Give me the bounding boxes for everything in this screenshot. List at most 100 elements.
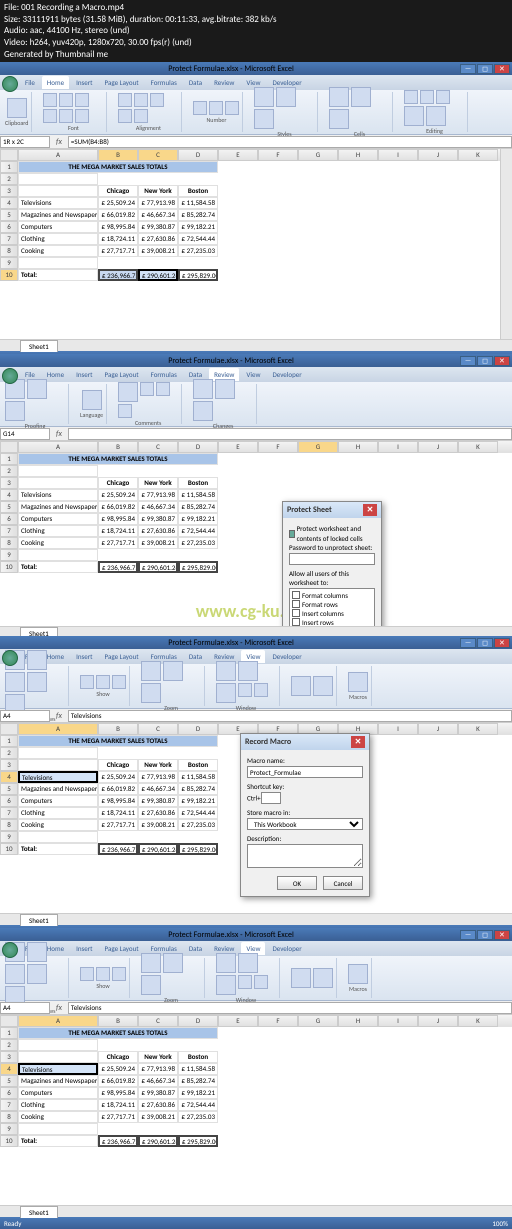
- cell-mags-b[interactable]: £ 85,282.74: [178, 209, 218, 221]
- opt-chk[interactable]: [292, 600, 300, 608]
- tab-file[interactable]: File: [20, 76, 40, 89]
- cell-cook[interactable]: Cooking: [18, 819, 98, 831]
- row-8[interactable]: 8: [0, 819, 18, 831]
- cell-comp-b[interactable]: £ 99,182.21: [178, 221, 218, 233]
- col-f[interactable]: F: [258, 149, 298, 161]
- row-8[interactable]: 8: [0, 537, 18, 549]
- row-6[interactable]: 6: [0, 513, 18, 525]
- row-9[interactable]: 9: [0, 831, 18, 843]
- cell-comp-c[interactable]: £ 98,995.84: [98, 1087, 138, 1099]
- cond-format-icon[interactable]: [254, 87, 274, 107]
- row-7[interactable]: 7: [0, 525, 18, 537]
- row-1[interactable]: 1: [0, 735, 18, 747]
- cell-total-n[interactable]: £ 290,601.26: [138, 561, 178, 573]
- protect-sheet-icon[interactable]: [193, 379, 213, 399]
- cell-cloth[interactable]: Clothing: [18, 1099, 98, 1111]
- cell-cloth-b[interactable]: £ 72,544.44: [178, 807, 218, 819]
- ruler-chk[interactable]: [80, 967, 94, 981]
- hdr-chicago[interactable]: Chicago: [98, 759, 138, 771]
- cell-mags-c[interactable]: £ 66,019.82: [98, 783, 138, 795]
- headings-chk[interactable]: [112, 675, 126, 689]
- cell-comp-n[interactable]: £ 99,380.87: [138, 1087, 178, 1099]
- hdr-chicago[interactable]: Chicago: [98, 185, 138, 197]
- cell-mags[interactable]: Magazines and Newspapers: [18, 783, 98, 795]
- gridlines-chk[interactable]: [96, 675, 110, 689]
- freeze-icon[interactable]: [216, 975, 236, 995]
- col-a[interactable]: A: [18, 441, 98, 453]
- protect-checkbox[interactable]: [289, 530, 295, 538]
- col-j[interactable]: J: [418, 149, 458, 161]
- pwd-input[interactable]: [289, 553, 375, 565]
- dialog-close-button[interactable]: ✕: [351, 736, 365, 748]
- row-10[interactable]: 10: [0, 843, 18, 855]
- tab-developer[interactable]: Developer: [267, 368, 306, 381]
- sheet-tab-1[interactable]: Sheet1: [20, 1206, 58, 1218]
- col-c[interactable]: C: [138, 723, 178, 735]
- maximize-button[interactable]: ◻: [477, 356, 493, 366]
- cell-total-c[interactable]: £ 236,966.72: [98, 1135, 138, 1147]
- currency-icon[interactable]: [193, 101, 207, 115]
- switch-windows-icon[interactable]: [313, 968, 333, 988]
- tab-home[interactable]: Home: [42, 76, 69, 89]
- cell-cook-b[interactable]: £ 27,235.03: [178, 537, 218, 549]
- hdr-boston[interactable]: Boston: [178, 185, 218, 197]
- col-a[interactable]: A: [18, 723, 98, 735]
- row-10[interactable]: 10: [0, 561, 18, 573]
- row-2[interactable]: 2: [0, 465, 18, 477]
- col-c[interactable]: C: [138, 149, 178, 161]
- cell-tv-b[interactable]: £ 11,584.58: [178, 197, 218, 209]
- cell-cloth-c[interactable]: £ 18,724.11: [98, 525, 138, 537]
- cell-mags-n[interactable]: £ 46,667.34: [138, 783, 178, 795]
- cell-comp-b[interactable]: £ 99,182.21: [178, 1087, 218, 1099]
- border-icon[interactable]: [43, 109, 57, 123]
- cell-cook-c[interactable]: £ 27,717.71: [98, 819, 138, 831]
- minimize-button[interactable]: —: [460, 356, 476, 366]
- macro-name-input[interactable]: [247, 766, 363, 778]
- delete-cells-icon[interactable]: [351, 87, 371, 107]
- tab-formulas[interactable]: Formulas: [146, 76, 182, 89]
- cell-total[interactable]: Total:: [18, 843, 98, 855]
- cell-tv-c[interactable]: £ 25,509.24: [98, 1063, 138, 1075]
- col-f[interactable]: F: [258, 441, 298, 453]
- cell-tv[interactable]: Televisions: [18, 197, 98, 209]
- name-box[interactable]: 1R x 2C: [0, 136, 50, 148]
- cell-cloth[interactable]: Clothing: [18, 525, 98, 537]
- col-i[interactable]: I: [378, 441, 418, 453]
- autosum-icon[interactable]: [404, 90, 418, 104]
- custom-views-icon[interactable]: [27, 964, 47, 984]
- row-3[interactable]: 3: [0, 1051, 18, 1063]
- cell-cloth[interactable]: Clothing: [18, 233, 98, 245]
- tab-insert[interactable]: Insert: [71, 650, 97, 663]
- col-a[interactable]: A: [18, 1015, 98, 1027]
- cell-tv-n[interactable]: £ 77,913.98: [138, 197, 178, 209]
- cell-total-n[interactable]: £ 290,601.26: [138, 269, 178, 281]
- cell-comp-b[interactable]: £ 99,182.21: [178, 513, 218, 525]
- cell-total[interactable]: Total:: [18, 561, 98, 573]
- hdr-chicago[interactable]: Chicago: [98, 1051, 138, 1063]
- wrap-icon[interactable]: [118, 109, 132, 123]
- col-d[interactable]: D: [178, 1015, 218, 1027]
- cell-total-c[interactable]: £ 236,966.72: [98, 561, 138, 573]
- new-window-icon[interactable]: [216, 661, 236, 681]
- cell-mags[interactable]: Magazines and Newspapers: [18, 209, 98, 221]
- col-b[interactable]: B: [98, 149, 138, 161]
- arrange-icon[interactable]: [238, 661, 258, 681]
- select-all-corner[interactable]: [0, 441, 18, 453]
- font-color-icon[interactable]: [75, 109, 89, 123]
- col-e[interactable]: E: [218, 149, 258, 161]
- worksheet[interactable]: ABCDEFGHIJK 1THE MEGA MARKET SALES TOTAL…: [0, 441, 512, 626]
- cell-mags-c[interactable]: £ 66,019.82: [98, 1075, 138, 1087]
- cell-mags[interactable]: Magazines and Newspapers: [18, 501, 98, 513]
- title-cell[interactable]: THE MEGA MARKET SALES TOTALS: [18, 1027, 218, 1039]
- cell-tv-n[interactable]: £ 77,913.98: [138, 1063, 178, 1075]
- cell-comp[interactable]: Computers: [18, 795, 98, 807]
- minimize-button[interactable]: —: [460, 64, 476, 74]
- cell-comp-c[interactable]: £ 98,995.84: [98, 221, 138, 233]
- page-break-icon[interactable]: [27, 650, 47, 670]
- row-2[interactable]: 2: [0, 747, 18, 759]
- dialog-titlebar[interactable]: Protect Sheet ✕: [283, 502, 381, 518]
- row-9[interactable]: 9: [0, 549, 18, 561]
- hide-icon[interactable]: [254, 683, 268, 697]
- tab-insert[interactable]: Insert: [71, 76, 97, 89]
- cell-cloth-n[interactable]: £ 27,630.86: [138, 1099, 178, 1111]
